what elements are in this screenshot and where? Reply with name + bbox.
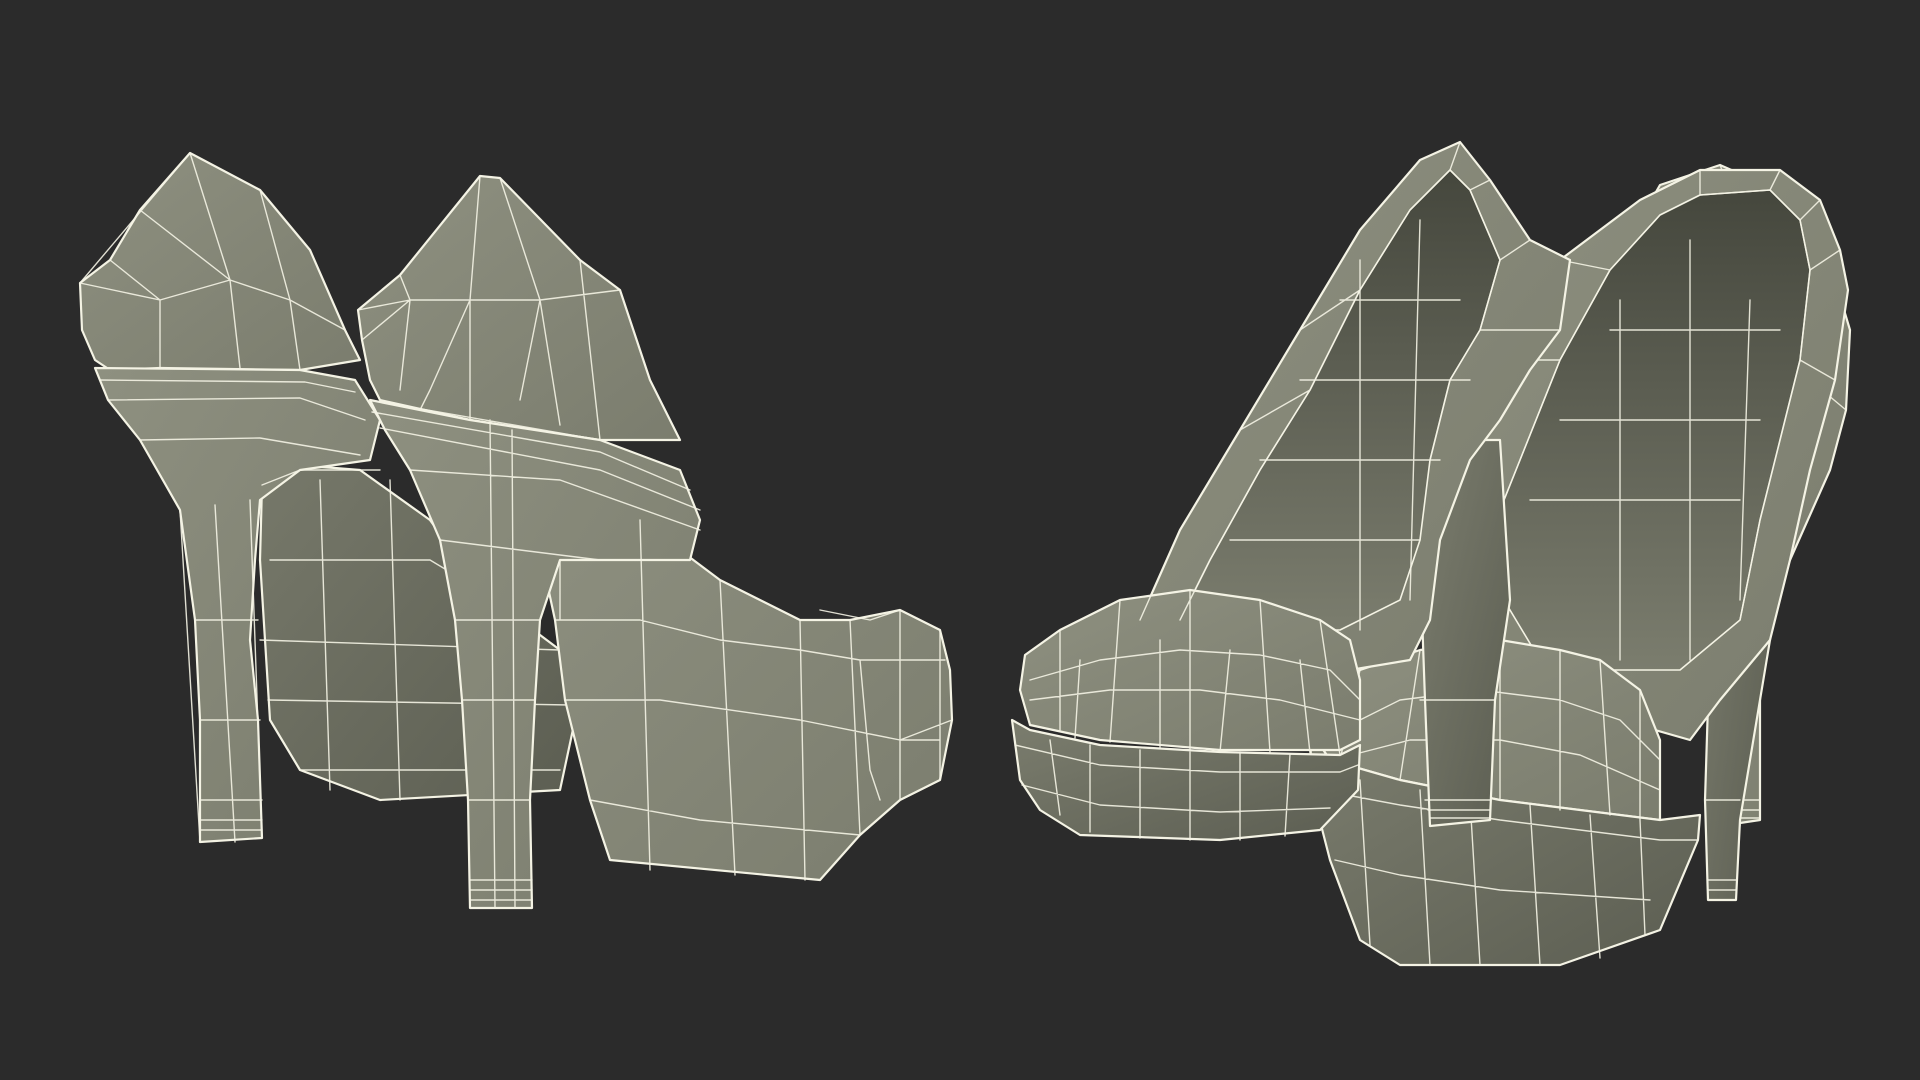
render-viewport xyxy=(0,0,1920,1080)
shoe-render xyxy=(0,0,1920,1080)
